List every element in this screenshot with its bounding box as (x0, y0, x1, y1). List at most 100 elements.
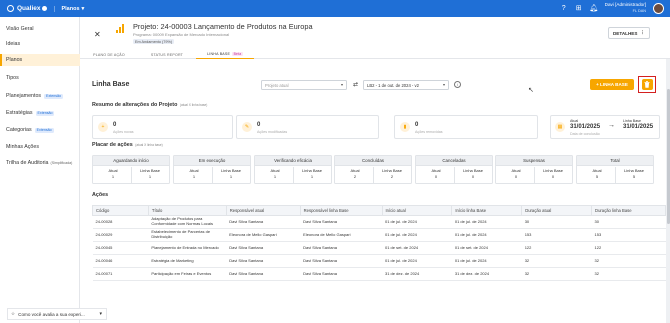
baseline-label: Linha Base (623, 119, 641, 123)
tab-status-report[interactable]: STATUS REPORT (138, 50, 196, 59)
details-label: DETALHES (612, 30, 638, 36)
cell-responsavel-atual: Eleonora de Mello Gaspari (226, 228, 301, 242)
actions-table: Código Título Responsável atual Responsá… (92, 205, 666, 281)
placar-column: Suspensas Atual 0 Linha Base 0 (495, 155, 573, 184)
sidebar-item-planejamentos[interactable]: Planejamentos Extensão (0, 90, 80, 102)
baseline-date: 31/01/2025 (623, 124, 654, 130)
trash-icon (644, 81, 650, 88)
brand-logo[interactable]: Qualiex (7, 5, 48, 12)
placar-base-value: 0 (471, 174, 475, 179)
placar-column: Canceladas Atual 0 Linha Base 0 (415, 155, 493, 184)
header-inicio-base[interactable]: Início linha Base (451, 205, 523, 216)
add-baseline-button[interactable]: + LINHA BASE (590, 79, 634, 90)
sidebar-item-label: Ideias (6, 41, 21, 47)
placar-atual: Atual 0 (500, 168, 532, 180)
tab-plano-de-acao[interactable]: PLANO DE AÇÃO (80, 50, 138, 59)
cell-responsavel-base: Davi Silva Santana (300, 215, 382, 229)
delete-highlight (638, 76, 656, 93)
header-duracao-base[interactable]: Duração linha Base (591, 205, 666, 216)
sidebar-item-visao-geral[interactable]: Visão Geral (0, 23, 80, 35)
summary-title-text: Resumo de alterações do Projeto (92, 102, 178, 108)
grid-icon[interactable]: ⊞ (575, 4, 583, 12)
header-titulo[interactable]: Título (147, 205, 227, 216)
baseline-select-value: LB2 - 1 de out. de 2024 - v2 (367, 82, 419, 88)
avatar[interactable] (653, 2, 664, 14)
sidebar-item-minhas-acoes[interactable]: Minhas Ações (0, 141, 80, 153)
scroll-thumb[interactable] (666, 89, 670, 224)
cell-codigo: 24-00028 (92, 215, 149, 229)
placar-base-value: 0 (551, 174, 555, 179)
sidebar-item-label: Planejamentos (6, 93, 42, 99)
sidebar-item-trilha-auditoria[interactable]: Trilha de Auditoria (Simplificada) (0, 157, 80, 169)
sidebar-item-tipos[interactable]: Tipos (0, 72, 80, 84)
chevron-down-icon: ▾ (81, 5, 85, 12)
sidebar-item-categorias[interactable]: Categorias Extensão (0, 124, 80, 136)
user-info[interactable]: Davi [Administrador] FL DAN (605, 2, 646, 14)
cell-inicio-base: 31 de dez. de 2024 (451, 267, 522, 281)
delete-baseline-button[interactable] (641, 79, 653, 90)
placar-column-label: Total (577, 156, 653, 166)
table-row[interactable]: 24-00046 Estratégia de Marketing Davi Silv… (92, 254, 666, 268)
close-icon[interactable]: ✕ (94, 30, 101, 39)
module-selector[interactable]: Planos ▾ (54, 5, 85, 12)
header-responsavel-base[interactable]: Responsável linha Base (299, 205, 383, 216)
more-vertical-icon: ⋮ (640, 30, 645, 35)
help-icon[interactable]: ? (560, 4, 568, 12)
cell-responsavel-base: Davi Silva Santana (300, 267, 382, 281)
cell-titulo: Planejamento de Entrada no Mercado (148, 241, 227, 255)
details-button[interactable]: DETALHES ⋮ (608, 27, 650, 39)
removed-actions-label: Ações removidas (415, 130, 443, 134)
sidebar-item-planos[interactable]: Planos (0, 54, 80, 66)
tab-linha-base[interactable]: LINHA BASE Beta (196, 50, 254, 59)
module-label: Planos (61, 5, 80, 12)
project-select[interactable]: Projeto atual ▾ (261, 80, 347, 90)
summary-note: (atual X linha base) (179, 103, 208, 107)
info-icon[interactable]: i (454, 81, 461, 88)
chevron-down-icon: ▾ (99, 311, 102, 317)
tab-bar: PLANO DE AÇÃO STATUS REPORT LINHA BASE B… (80, 50, 670, 59)
tab-label: LINHA BASE (207, 52, 231, 56)
sidebar-item-estrategias[interactable]: Estratégias Extensão (0, 107, 80, 119)
simplified-note: (Simplificada) (50, 161, 73, 165)
placar-divider (293, 167, 294, 184)
edit-icon: ✎ (242, 122, 252, 132)
add-baseline-label: + LINHA BASE (596, 82, 628, 87)
modified-actions-count: 0 (257, 122, 261, 128)
bell-icon[interactable]: 🔔︎ (589, 4, 598, 12)
header-inicio-atual[interactable]: Início atual (381, 205, 453, 216)
table-row[interactable]: 24-00029 Estabelecimento de Parcerias de … (92, 228, 666, 242)
new-actions-count: 0 (113, 122, 117, 128)
vertical-scrollbar[interactable] (666, 59, 670, 323)
cell-titulo: Participação em Feiras e Eventos (148, 267, 227, 281)
cell-inicio-base: 01 de jul. de 2024 (451, 215, 522, 229)
cell-titulo: Estratégia de Marketing (148, 254, 227, 268)
cell-duracao-atual: 32 (521, 254, 592, 268)
placar-base: Linha Base 1 (214, 168, 248, 180)
sidebar-item-ideias[interactable]: Ideias (0, 38, 80, 50)
table-row[interactable]: 24-00045 Planejamento de Entrada no Merca… (92, 241, 666, 255)
table-row[interactable]: 24-00028 Adaptação de Produtos para Confo… (92, 215, 666, 229)
swap-icon[interactable]: ⇄ (353, 81, 358, 88)
header-responsavel-atual[interactable]: Responsável atual (225, 205, 301, 216)
sidebar-item-label: Categorias (6, 127, 32, 133)
placar-base: Linha Base 0 (536, 168, 570, 180)
project-chart-icon (116, 24, 125, 33)
placar-column: Concluídas Atual 2 Linha Base 2 (334, 155, 412, 184)
cell-inicio-atual: 31 de dez. de 2024 (382, 267, 452, 281)
removed-actions-card: ▮ 0 Ações removidas (394, 115, 538, 139)
placar-atual: Atual 5 (581, 168, 613, 180)
placar-column-label: Canceladas (416, 156, 492, 166)
placar-note: (atual X linha base) (135, 143, 163, 147)
sidebar-item-label: Visão Geral (6, 26, 34, 32)
header-duracao-atual[interactable]: Duração atual (521, 205, 593, 216)
brand-name: Qualiex (17, 5, 41, 12)
header-codigo[interactable]: Código (92, 205, 149, 216)
table-row[interactable]: 24-00071 Participação em Feiras e Eventos… (92, 267, 666, 281)
feedback-widget[interactable]: ☆ Como você avalia a sua experi... ▾ (7, 308, 107, 320)
placar-atual: Atual 1 (97, 168, 129, 180)
chevron-down-icon: ▾ (442, 82, 445, 87)
placar-base-value: 1 (229, 174, 233, 179)
baseline-select[interactable]: LB2 - 1 de out. de 2024 - v2 ▾ (363, 80, 449, 90)
new-actions-label: Ações novas (113, 130, 134, 134)
placar-divider (212, 167, 213, 184)
